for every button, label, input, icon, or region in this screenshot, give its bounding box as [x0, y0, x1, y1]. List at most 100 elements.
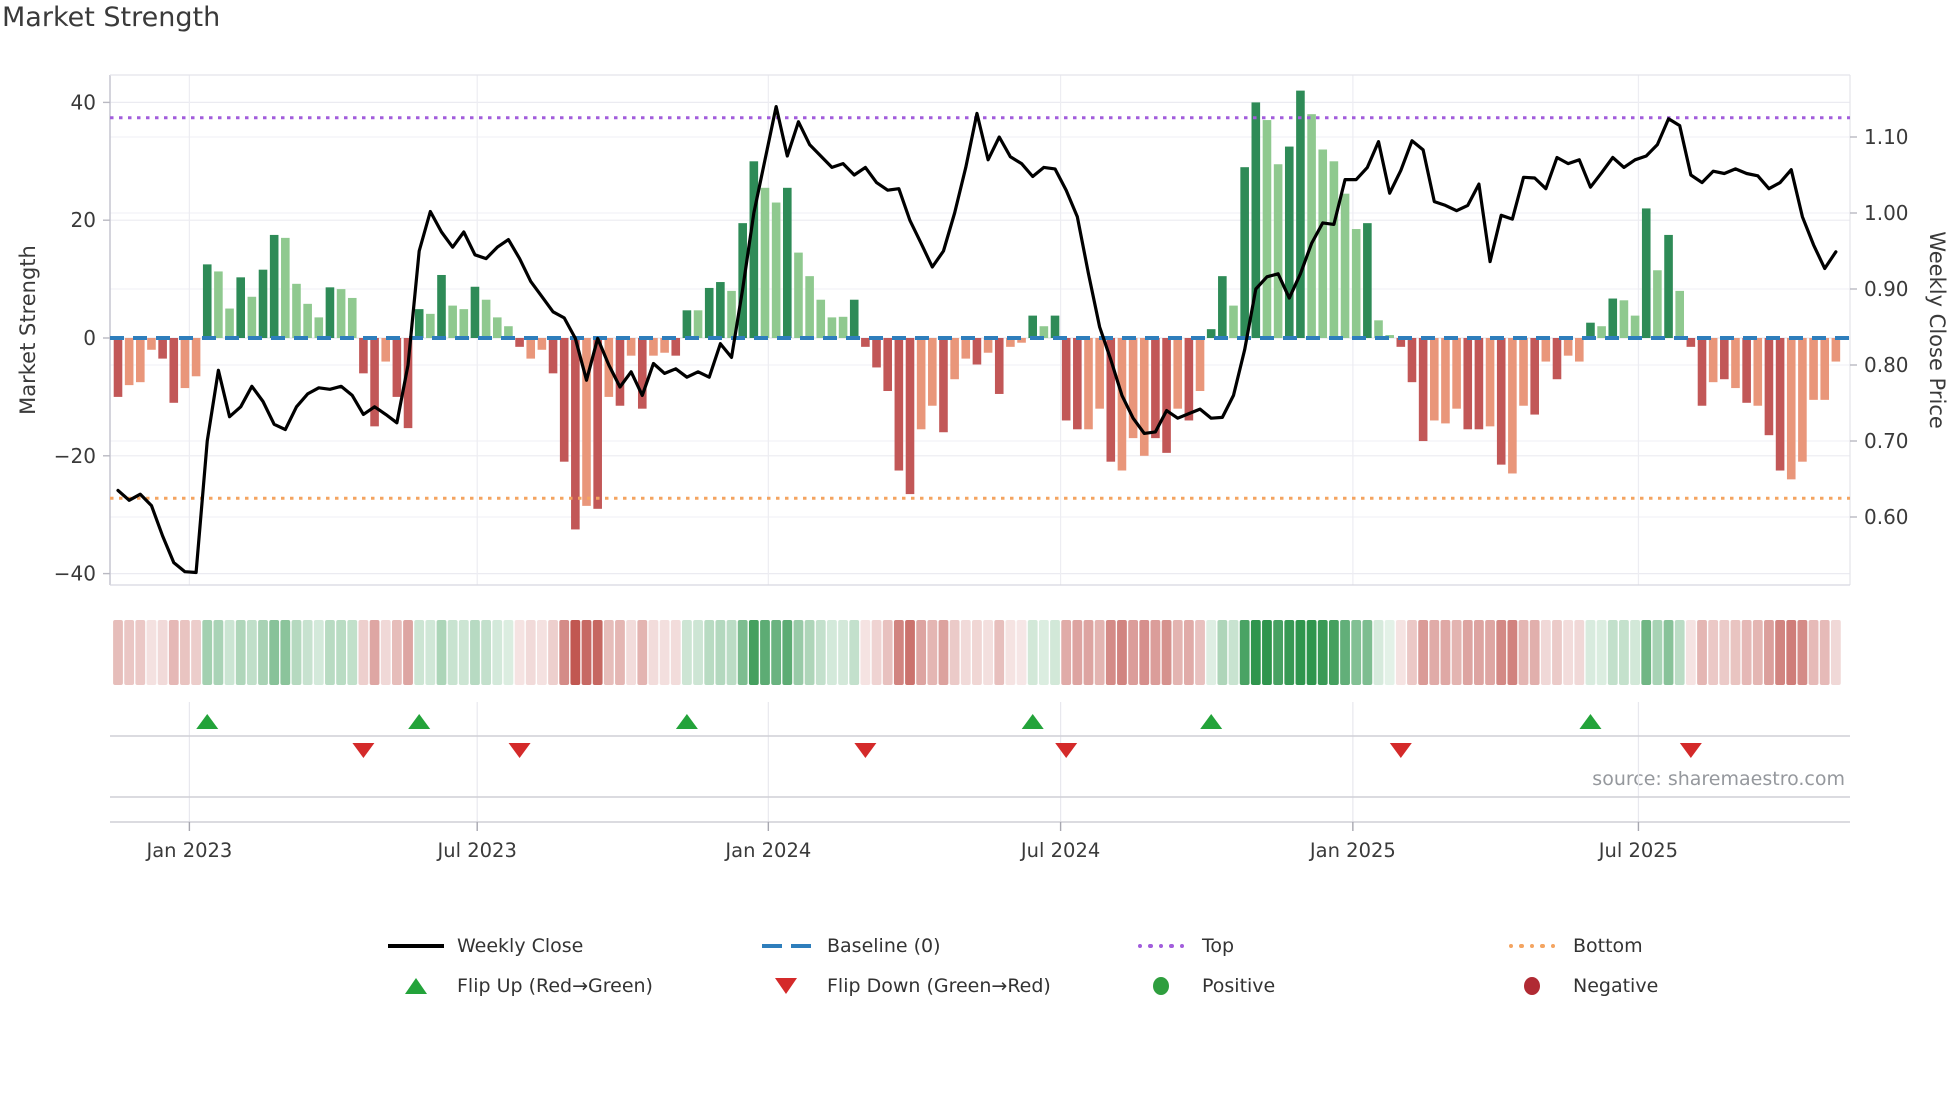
strength-bar	[169, 338, 179, 403]
heatmap-cell	[983, 620, 993, 685]
heatmap-cell	[615, 620, 625, 685]
heatmap-cell	[202, 620, 213, 685]
heatmap-cell	[1217, 620, 1228, 685]
legend-item-weekly-close: Weekly Close	[385, 930, 583, 962]
heatmap-cell	[1083, 620, 1094, 685]
strength-bar	[1407, 338, 1417, 383]
heatmap-cell	[246, 620, 257, 685]
strength-bar	[124, 338, 134, 386]
heatmap-cell	[860, 620, 871, 685]
strength-bar	[994, 338, 1004, 394]
heatmap-cell	[224, 620, 235, 685]
heatmap-cell	[336, 620, 346, 685]
strength-bar	[950, 338, 959, 380]
heatmap-cell	[972, 620, 982, 685]
right-tick-label: 0.80	[1864, 353, 1909, 377]
left-tick-label: 40	[71, 90, 96, 114]
heatmap-cell	[135, 620, 146, 685]
heatmap-cell	[1172, 620, 1183, 685]
strength-bar	[1284, 146, 1294, 338]
strength-bar	[147, 338, 156, 350]
heatmap-cell	[1741, 620, 1752, 685]
heatmap-cell	[1384, 620, 1395, 685]
heatmap-cell	[146, 620, 157, 685]
strength-bar	[1820, 338, 1830, 400]
strength-bar	[258, 269, 268, 338]
legend-label-bottom: Bottom	[1573, 935, 1643, 957]
strength-bar	[1541, 338, 1551, 362]
heatmap-cell	[1016, 620, 1027, 685]
strength-bar	[1084, 338, 1093, 430]
heatmap-cell	[893, 620, 904, 685]
heatmap-cell	[536, 620, 547, 685]
heatmap-cell	[291, 620, 302, 685]
strength-bar	[1675, 290, 1684, 338]
strength-bar	[1586, 322, 1595, 338]
strength-bar	[1597, 326, 1606, 338]
strength-bar	[1318, 149, 1328, 338]
heatmap-cell	[492, 620, 503, 685]
top-dotted-icon	[1130, 935, 1192, 957]
strength-bar	[1050, 315, 1060, 338]
strength-bar	[716, 282, 725, 338]
heatmap-cell	[592, 620, 603, 685]
heatmap-cell	[1652, 620, 1663, 685]
strength-bar	[660, 338, 669, 353]
strength-bar	[704, 287, 714, 338]
heatmap-cell	[927, 620, 938, 685]
heatmap-cell	[793, 620, 804, 685]
heatmap-cell	[1340, 620, 1350, 685]
heatmap-cell	[581, 620, 592, 685]
strength-bar	[649, 338, 658, 356]
strength-bar	[593, 338, 602, 509]
flip-up-icon	[385, 975, 447, 997]
heatmap-cell	[559, 620, 570, 685]
strength-bar	[838, 316, 848, 338]
flip-up-marker	[675, 714, 698, 729]
heatmap-cell	[1306, 620, 1317, 685]
heatmap-cell	[960, 620, 971, 685]
strength-bar	[1530, 338, 1539, 415]
flip-down-marker	[1055, 743, 1078, 758]
heatmap-cell	[849, 620, 860, 685]
strength-bar	[325, 287, 335, 338]
heatmap-cell	[458, 620, 469, 685]
legend-item-flip-down: Flip Down (Green→Red)	[755, 970, 1051, 1002]
heatmap-cell	[1496, 620, 1507, 685]
heatmap-cell	[1518, 620, 1529, 685]
heatmap-cell	[916, 620, 927, 685]
heatmap-cell	[1607, 620, 1618, 685]
legend-label-top: Top	[1202, 935, 1235, 957]
heatmap-cell	[525, 620, 536, 685]
heatmap-cell	[302, 620, 313, 685]
strength-bar	[1653, 270, 1662, 338]
heatmap-cell	[1228, 620, 1239, 685]
strength-bar	[1229, 305, 1238, 338]
positive-dot-icon	[1130, 975, 1192, 997]
strength-bar	[1184, 338, 1194, 421]
strength-bar	[1262, 120, 1272, 338]
strength-bar	[1273, 164, 1283, 338]
heatmap-cell	[1128, 620, 1139, 685]
heatmap-cell	[447, 620, 458, 685]
strength-bar	[1095, 338, 1104, 409]
strength-bar	[693, 310, 703, 338]
heatmap-cell	[1072, 620, 1083, 685]
heatmap-cell	[570, 620, 581, 685]
heatmap-cell	[648, 620, 659, 685]
heatmap-cell	[1262, 620, 1272, 685]
strength-bar	[1831, 338, 1841, 362]
heatmap-cell	[1808, 620, 1819, 685]
strength-bar	[1575, 338, 1584, 362]
strength-bar	[1775, 338, 1785, 471]
strength-bar	[1429, 338, 1439, 421]
strength-bar	[615, 338, 625, 406]
heatmap-cell	[1295, 620, 1306, 685]
strength-bar	[972, 338, 982, 365]
heatmap-cell	[603, 620, 614, 685]
strength-bar	[1798, 338, 1807, 462]
heatmap-cell	[514, 620, 525, 685]
strength-bar	[359, 338, 368, 374]
flip-up-marker	[196, 714, 219, 729]
strength-bar	[1374, 320, 1383, 338]
